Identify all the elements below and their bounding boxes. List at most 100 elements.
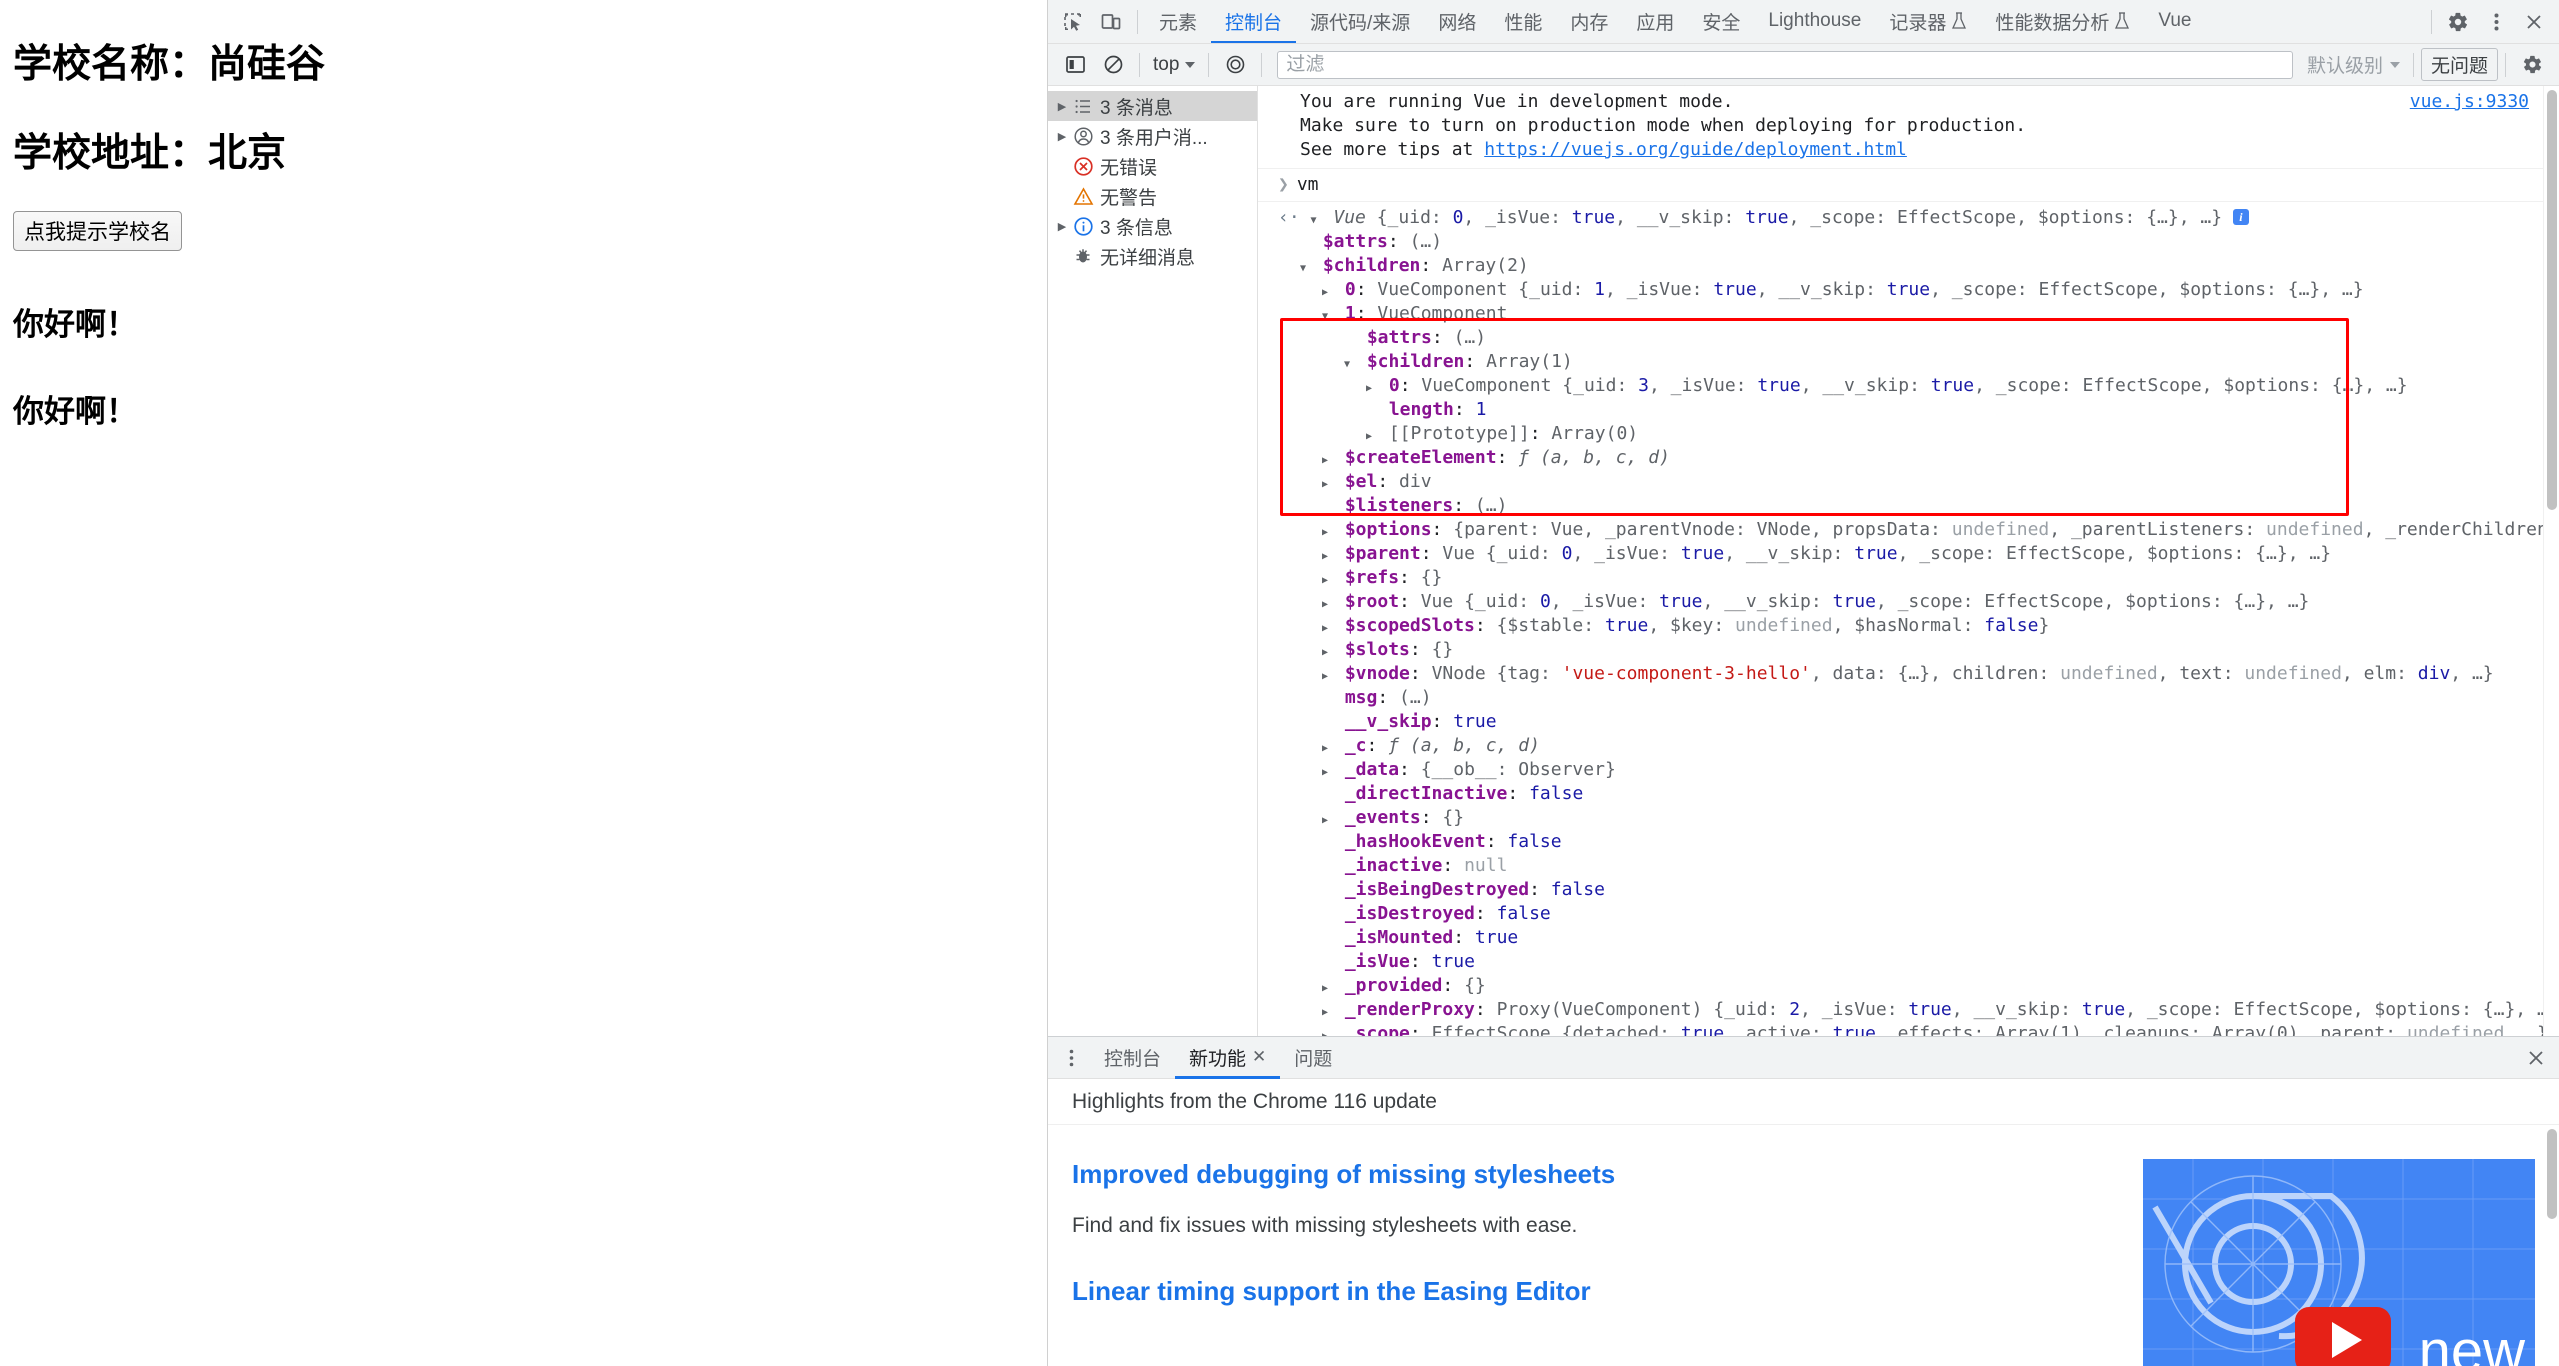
- console-object-row[interactable]: $children: Array(1): [1278, 350, 2533, 374]
- console-object-row[interactable]: _directInactive: false: [1278, 782, 2533, 806]
- console-object-row[interactable]: _isMounted: true: [1278, 926, 2533, 950]
- tab-memory[interactable]: 内存: [1556, 1, 1622, 43]
- console-filter-input[interactable]: [1277, 50, 2293, 79]
- chevron-right-icon[interactable]: ▶: [1054, 100, 1070, 113]
- sidebar-item-warnings[interactable]: 无警告: [1048, 181, 1257, 211]
- console-output[interactable]: vue.js:9330 You are running Vue in devel…: [1258, 86, 2543, 1036]
- execution-context-select[interactable]: top: [1147, 52, 1201, 78]
- console-scrollbar[interactable]: [2543, 86, 2559, 1036]
- drawer-tab-console[interactable]: 控制台: [1090, 1038, 1175, 1079]
- whats-new-item-title[interactable]: Improved debugging of missing stylesheet…: [1072, 1159, 2143, 1190]
- tab-recorder[interactable]: 记录器: [1875, 1, 1981, 43]
- sidebar-item-verbose[interactable]: 无详细消息: [1048, 241, 1257, 271]
- gear-icon[interactable]: [2439, 3, 2477, 41]
- device-toolbar-icon[interactable]: [1092, 3, 1130, 41]
- token: VueComponent: [1421, 375, 1563, 396]
- console-object-row[interactable]: _isDestroyed: false: [1278, 902, 2533, 926]
- tab-security[interactable]: 安全: [1688, 1, 1754, 43]
- chevron-down-icon[interactable]: [1322, 305, 1334, 329]
- console-object-row[interactable]: $scopedSlots: {$stable: true, $key: unde…: [1278, 614, 2533, 638]
- sidebar-item-errors[interactable]: 无错误: [1048, 151, 1257, 181]
- console-object-row[interactable]: $listeners: (…): [1278, 494, 2533, 518]
- console-object-row[interactable]: $attrs: (…): [1278, 326, 2533, 350]
- token: :: [1529, 423, 1552, 444]
- console-object-row[interactable]: $attrs: (…): [1278, 230, 2533, 254]
- console-object-row[interactable]: _scope: EffectScope {detached: true, act…: [1278, 1022, 2543, 1036]
- console-result-object[interactable]: ‹· Vue {_uid: 0, _isVue: true, __v_skip:…: [1258, 202, 2543, 1036]
- console-object-row[interactable]: $vnode: VNode {tag: 'vue-component-3-hel…: [1278, 662, 2533, 686]
- drawer-scrollbar-thumb[interactable]: [2547, 1129, 2557, 1219]
- chevron-right-icon[interactable]: ▶: [1054, 220, 1070, 233]
- console-object-row[interactable]: $options: {parent: Vue, _parentVnode: VN…: [1278, 518, 2543, 542]
- console-object-row[interactable]: _c: ƒ (a, b, c, d): [1278, 734, 2533, 758]
- clear-console-icon[interactable]: [1094, 46, 1132, 84]
- console-object-row[interactable]: $slots: {}: [1278, 638, 2533, 662]
- sidebar-item-info[interactable]: ▶ 3 条信息: [1048, 211, 1257, 241]
- console-object-row[interactable]: $parent: Vue {_uid: 0, _isVue: true, __v…: [1278, 542, 2533, 566]
- token: , __v_skip:: [1724, 543, 1855, 564]
- scrollbar-thumb[interactable]: [2547, 90, 2557, 510]
- sidebar-item-label: 无警告: [1100, 187, 1158, 209]
- drawer-tab-issues[interactable]: 问题: [1280, 1038, 1346, 1079]
- console-object-row[interactable]: _events: {}: [1278, 806, 2533, 830]
- show-school-name-button[interactable]: 点我提示学校名: [13, 211, 182, 251]
- token: $children: [1322, 255, 1421, 276]
- drawer-tab-whats-new[interactable]: 新功能 ✕: [1175, 1038, 1281, 1079]
- console-object-row[interactable]: __v_skip: true: [1278, 710, 2533, 734]
- console-object-row[interactable]: _inactive: null: [1278, 854, 2533, 878]
- token: undefined: [2060, 663, 2158, 684]
- chevron-down-icon[interactable]: [1344, 353, 1356, 377]
- console-object-row[interactable]: $children: Array(2): [1278, 254, 2533, 278]
- inspect-element-icon[interactable]: [1054, 3, 1092, 41]
- console-object-row[interactable]: _renderProxy: Proxy(VueComponent) {_uid:…: [1278, 998, 2543, 1022]
- console-object-row[interactable]: [[Prototype]]: Array(0): [1278, 422, 2533, 446]
- console-object-row[interactable]: _provided: {}: [1278, 974, 2533, 998]
- issues-status-button[interactable]: 无问题: [2420, 48, 2498, 81]
- show-console-sidebar-icon[interactable]: [1056, 46, 1094, 84]
- sidebar-item-user-messages[interactable]: ▶ 3 条用户消...: [1048, 121, 1257, 151]
- live-expression-icon[interactable]: [1216, 46, 1254, 84]
- console-object-row[interactable]: $createElement: ƒ (a, b, c, d): [1278, 446, 2533, 470]
- vue-deployment-link[interactable]: https://vuejs.org/guide/deployment.html: [1484, 139, 1907, 160]
- console-object-row[interactable]: $el: div: [1278, 470, 2533, 494]
- token: true: [1571, 207, 1616, 228]
- console-object-row[interactable]: _hasHookEvent: false: [1278, 830, 2533, 854]
- source-link[interactable]: vue.js:9330: [2410, 90, 2529, 114]
- tab-elements[interactable]: 元素: [1145, 1, 1211, 43]
- close-icon[interactable]: [2515, 3, 2553, 41]
- chevron-right-icon[interactable]: ▶: [1054, 130, 1070, 143]
- tab-lighthouse[interactable]: Lighthouse: [1754, 1, 1875, 43]
- tab-application[interactable]: 应用: [1622, 1, 1688, 43]
- console-object-row[interactable]: msg: (…): [1278, 686, 2533, 710]
- console-object-row[interactable]: _isBeingDestroyed: false: [1278, 878, 2533, 902]
- drawer-more-vertical-icon[interactable]: [1052, 1039, 1090, 1077]
- sidebar-item-all-messages[interactable]: ▶ 3 条消息: [1048, 91, 1257, 121]
- drawer-close-icon[interactable]: [2517, 1039, 2555, 1077]
- chevron-down-icon[interactable]: [1300, 257, 1312, 281]
- console-object-row[interactable]: 0: VueComponent {_uid: 1, _isVue: true, …: [1278, 278, 2533, 302]
- whats-new-item-title[interactable]: Linear timing support in the Easing Edit…: [1072, 1276, 2143, 1307]
- console-object-row[interactable]: _isVue: true: [1278, 950, 2533, 974]
- console-message-vue-devmode[interactable]: vue.js:9330 You are running Vue in devel…: [1258, 86, 2543, 169]
- console-object-row[interactable]: $root: Vue {_uid: 0, _isVue: true, __v_s…: [1278, 590, 2533, 614]
- log-level-select[interactable]: 默认级别: [2301, 49, 2406, 80]
- tab-sources[interactable]: 源代码/来源: [1296, 1, 1424, 43]
- console-object-row[interactable]: $refs: {}: [1278, 566, 2533, 590]
- console-object-row[interactable]: 0: VueComponent {_uid: 3, _isVue: true, …: [1278, 374, 2533, 398]
- tab-performance-insights[interactable]: 性能数据分析: [1981, 1, 2144, 43]
- console-object-row[interactable]: length: 1: [1278, 398, 2533, 422]
- tab-network[interactable]: 网络: [1424, 1, 1490, 43]
- tab-vue[interactable]: Vue: [2144, 1, 2205, 43]
- console-object-row[interactable]: 1: VueComponent: [1278, 302, 2533, 326]
- log-level-value: 默认级别: [2306, 56, 2383, 77]
- console-settings-gear-icon[interactable]: [2513, 46, 2551, 84]
- whats-new-video-thumbnail[interactable]: new: [2143, 1159, 2535, 1366]
- console-object-row[interactable]: _data: {__ob__: Observer}: [1278, 758, 2533, 782]
- tab-performance[interactable]: 性能: [1490, 1, 1556, 43]
- tab-label: 源代码/来源: [1310, 12, 1411, 34]
- more-vertical-icon[interactable]: [2477, 3, 2515, 41]
- chevron-right-icon[interactable]: [1322, 1025, 1334, 1036]
- tab-console[interactable]: 控制台: [1211, 1, 1297, 43]
- console-object-row[interactable]: ‹· Vue {_uid: 0, _isVue: true, __v_skip:…: [1278, 206, 2533, 230]
- close-icon[interactable]: ✕: [1252, 1047, 1266, 1067]
